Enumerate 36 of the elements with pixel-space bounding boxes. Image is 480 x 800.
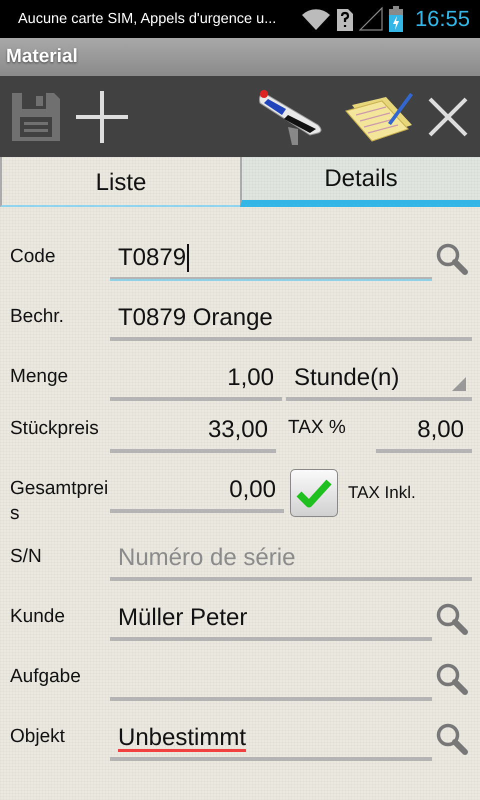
input-field[interactable]: T0879 [110,237,432,281]
input-field[interactable]: T0879 Orange [110,297,472,341]
field-label: Aufgabe [10,665,82,689]
checkbox[interactable] [290,469,338,517]
input-field[interactable]: 33,00 [110,409,276,453]
battery-icon [388,6,403,32]
field-label: Menge [10,365,70,389]
checkbox-label: TAX Inkl. [348,482,416,503]
unit-dropdown[interactable]: Stunde(n) [286,357,472,401]
field-label: Gesamtpreis [10,477,110,526]
search-icon [435,242,469,276]
window-title: Material [6,46,78,68]
field-label: Code [10,245,56,269]
notification-text: Aucune carte SIM, Appels d'urgence u... [18,11,278,27]
search-icon [435,602,469,636]
field-label: S/N [10,545,43,569]
sim-unknown-icon [336,7,353,31]
input-field[interactable]: 1,00 [110,357,282,401]
signal-icon [358,7,383,31]
tab[interactable]: Details [240,157,480,207]
tax-label: TAX % [288,416,347,439]
tab[interactable]: Liste [0,157,240,207]
field-label: Stückpreis [10,417,100,441]
search-icon [435,722,469,756]
wifi-icon [300,7,331,31]
field-label: Bechr. [10,305,65,329]
input-field[interactable]: Müller Peter [110,597,432,641]
clock-text: 16:55 [414,6,470,32]
input-field[interactable]: 8,00 [376,409,472,453]
input-field[interactable]: 0,00 [110,469,284,513]
field-label: Kunde [10,605,66,629]
input-field[interactable]: Unbestimmt [110,717,432,761]
dropdown-icon [452,377,466,391]
search-icon [435,662,469,696]
add-button[interactable] [74,88,130,144]
field-label: Objekt [10,725,66,749]
